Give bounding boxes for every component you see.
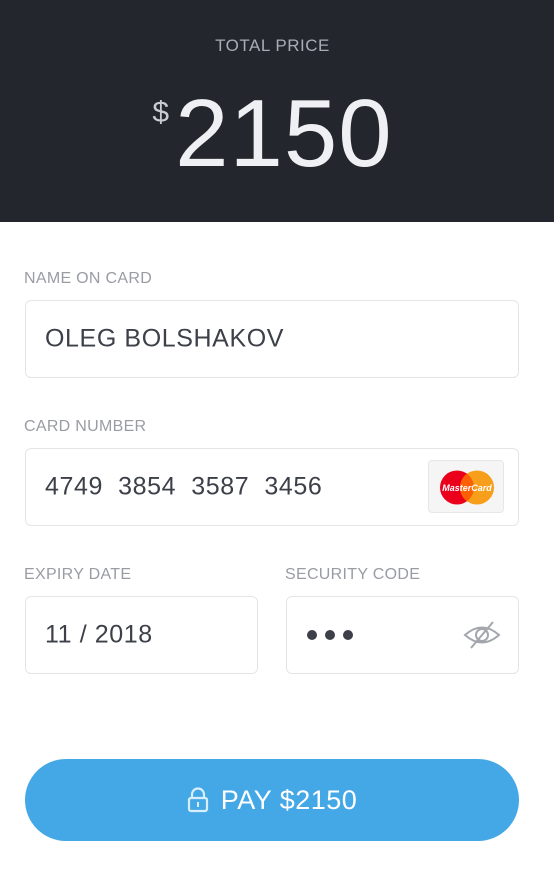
price-amount: 2150 [175,80,393,187]
payment-screen: TOTAL PRICE $2150 NAME ON CARD OLEG BOLS… [0,0,554,888]
expiry-date-label: EXPIRY DATE [24,566,132,583]
price-currency: $ [152,96,170,129]
total-price: $2150 [0,84,545,184]
security-code-masked-value [307,630,353,640]
security-code-field[interactable] [286,596,519,674]
mask-dot [325,630,335,640]
name-on-card-field[interactable]: OLEG BOLSHAKOV [25,300,519,378]
mastercard-wordmark: MasterCard [442,483,492,493]
card-number-label: CARD NUMBER [24,418,147,435]
total-price-label: TOTAL PRICE [215,36,330,55]
mask-dot [307,630,317,640]
card-number-value: 4749 3854 3587 3456 [45,472,323,501]
lock-icon [187,787,208,813]
expiry-date-value: 11 / 2018 [45,620,153,649]
eye-slash-icon[interactable] [462,620,502,650]
expiry-date-field[interactable]: 11 / 2018 [25,596,258,674]
pay-button-label: PAY $2150 [220,784,358,815]
pay-button[interactable]: PAY $2150 [25,759,519,841]
name-on-card-value: OLEG BOLSHAKOV [45,324,285,353]
security-code-label: SECURITY CODE [285,566,421,583]
total-price-header: TOTAL PRICE $2150 [0,0,554,222]
mastercard-logo-icon: MasterCard [428,460,504,513]
mask-dot [343,630,353,640]
name-on-card-label: NAME ON CARD [24,270,153,287]
card-number-field[interactable]: 4749 3854 3587 3456 MasterCard [25,448,519,526]
